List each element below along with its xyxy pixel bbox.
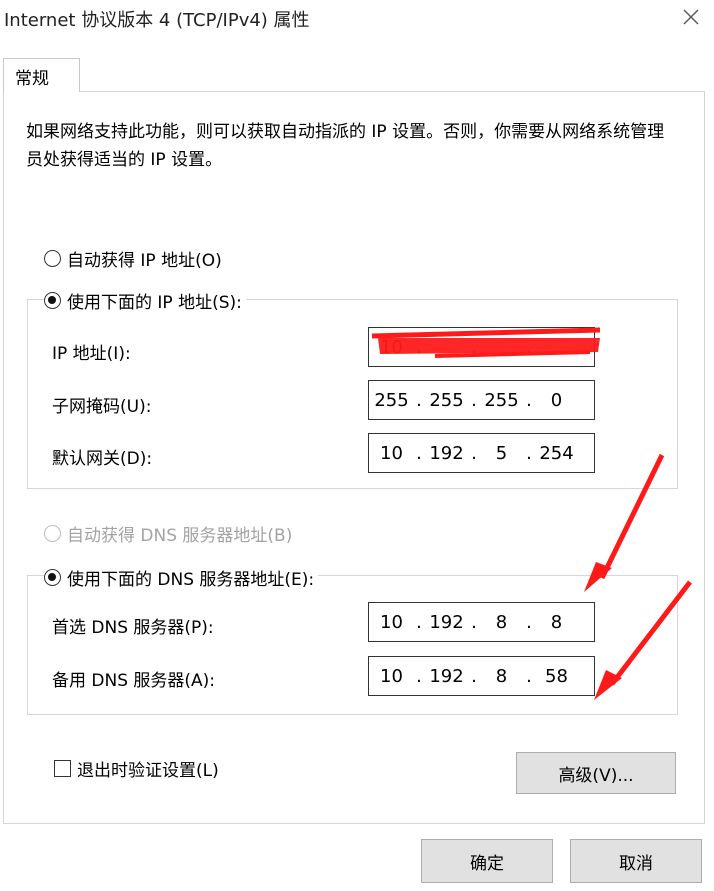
octet: 255 bbox=[429, 389, 464, 411]
octet: 255 bbox=[374, 389, 409, 411]
octet-dot: . bbox=[526, 336, 532, 358]
octet-dot: . bbox=[526, 442, 532, 464]
tab-general[interactable]: 常规 bbox=[3, 58, 80, 92]
octet-dot: . bbox=[471, 442, 477, 464]
octet: 192 bbox=[429, 442, 464, 464]
octet: 10 bbox=[380, 665, 403, 687]
octet-dot: . bbox=[526, 665, 532, 687]
octet-dot: . bbox=[471, 611, 477, 633]
octet: 10 bbox=[380, 336, 403, 358]
octet-dot: . bbox=[416, 389, 422, 411]
octet: 10 bbox=[380, 442, 403, 464]
advanced-button[interactable]: 高级(V)... bbox=[516, 752, 676, 794]
octet: 5 bbox=[495, 442, 508, 464]
alternate-dns-label: 备用 DNS 服务器(A): bbox=[52, 671, 216, 691]
checkbox-box bbox=[54, 760, 71, 777]
octet-dot: . bbox=[416, 442, 422, 464]
cancel-button[interactable]: 取消 bbox=[570, 839, 702, 883]
close-button[interactable] bbox=[668, 0, 714, 34]
subnet-mask-label: 子网掩码(U): bbox=[52, 397, 152, 417]
octet: 254 bbox=[539, 442, 574, 464]
manual-dns-radio[interactable]: 使用下面的 DNS 服务器地址(E): bbox=[44, 565, 319, 590]
octet-dot: . bbox=[526, 389, 532, 411]
tab-label: 常规 bbox=[15, 69, 49, 89]
auto-dns-radio: 自动获得 DNS 服务器地址(B) bbox=[44, 521, 297, 546]
ip-address-input[interactable]: 10. . . bbox=[368, 327, 595, 367]
manual-dns-label: 使用下面的 DNS 服务器地址(E): bbox=[67, 570, 315, 590]
auto-ip-radio[interactable]: 自动获得 IP 地址(O) bbox=[44, 246, 226, 271]
validate-on-exit-checkbox[interactable]: 退出时验证设置(L) bbox=[54, 756, 219, 781]
octet: 8 bbox=[495, 665, 508, 687]
window-title: Internet 协议版本 4 (TCP/IPv4) 属性 bbox=[4, 10, 310, 31]
manual-ip-radio[interactable]: 使用下面的 IP 地址(S): bbox=[44, 288, 246, 313]
preferred-dns-label: 首选 DNS 服务器(P): bbox=[52, 618, 214, 638]
advanced-button-label: 高级(V)... bbox=[558, 765, 634, 786]
octet-dot: . bbox=[471, 665, 477, 687]
octet-dot: . bbox=[526, 611, 532, 633]
octet: 255 bbox=[484, 389, 519, 411]
cancel-button-label: 取消 bbox=[619, 853, 653, 874]
octet-dot: . bbox=[471, 389, 477, 411]
octet-dot: . bbox=[416, 665, 422, 687]
octet: 10 bbox=[380, 611, 403, 633]
octet: 192 bbox=[429, 611, 464, 633]
octet-dot: . bbox=[471, 336, 477, 358]
auto-dns-label: 自动获得 DNS 服务器地址(B) bbox=[67, 526, 293, 546]
ok-button-label: 确定 bbox=[470, 853, 504, 874]
default-gateway-input[interactable]: 10. 192. 5. 254 bbox=[368, 433, 595, 473]
preferred-dns-input[interactable]: 10. 192. 8. 8 bbox=[368, 602, 595, 642]
octet: 8 bbox=[495, 611, 508, 633]
radio-indicator bbox=[44, 250, 61, 267]
alternate-dns-input[interactable]: 10. 192. 8. 58 bbox=[368, 656, 595, 696]
octet: 58 bbox=[545, 665, 568, 687]
octet: 8 bbox=[550, 611, 563, 633]
octet-dot: . bbox=[416, 336, 422, 358]
octet: 0 bbox=[550, 389, 563, 411]
auto-ip-label: 自动获得 IP 地址(O) bbox=[67, 251, 222, 271]
ok-button[interactable]: 确定 bbox=[421, 839, 553, 883]
octet: 192 bbox=[429, 665, 464, 687]
subnet-mask-input[interactable]: 255. 255. 255. 0 bbox=[368, 380, 595, 420]
manual-ip-label: 使用下面的 IP 地址(S): bbox=[67, 293, 242, 313]
description-text: 如果网络支持此功能，则可以获取自动指派的 IP 设置。否则，你需要从网络系统管理… bbox=[26, 122, 665, 170]
radio-indicator bbox=[44, 292, 61, 309]
validate-on-exit-label: 退出时验证设置(L) bbox=[77, 761, 219, 781]
radio-indicator bbox=[44, 569, 61, 586]
octet-dot: . bbox=[416, 611, 422, 633]
default-gateway-label: 默认网关(D): bbox=[52, 449, 153, 469]
ip-address-label: IP 地址(I): bbox=[52, 344, 131, 364]
radio-indicator bbox=[44, 525, 61, 542]
close-icon bbox=[683, 9, 699, 25]
